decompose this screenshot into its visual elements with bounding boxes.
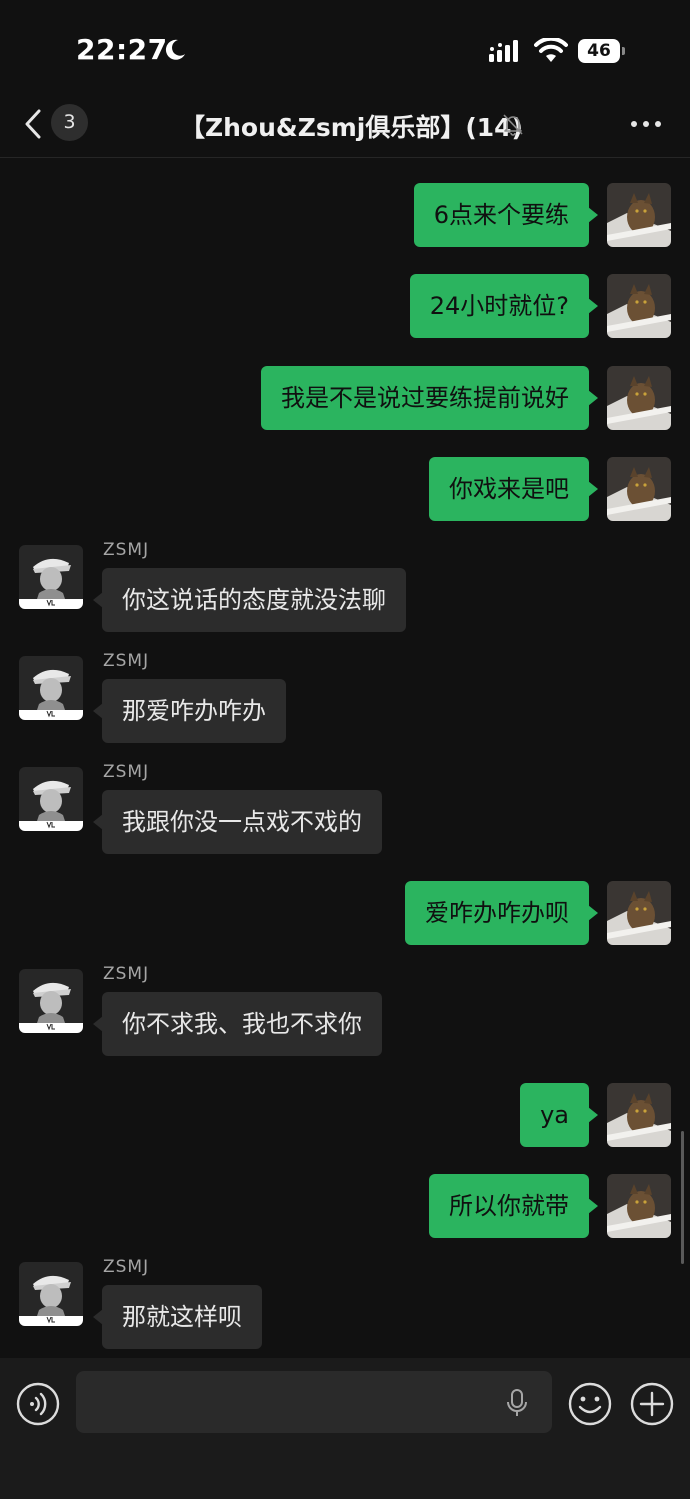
- message-list[interactable]: 6点来个要练 24小时就位? 我是不是说过要练提前说好你戏来是吧 ZSMJ 你这说话的态…: [0, 158, 690, 1358]
- my-avatar[interactable]: [607, 457, 671, 521]
- message-bubble-outgoing[interactable]: 你戏来是吧: [429, 457, 598, 521]
- sender-name: ZSMJ: [103, 1257, 150, 1277]
- message-bubble-outgoing[interactable]: ya: [520, 1083, 598, 1147]
- sender-avatar[interactable]: [19, 656, 83, 720]
- message-bubble-outgoing[interactable]: 爱咋办咋办呗: [405, 881, 598, 945]
- message-bubble-incoming[interactable]: 你不求我、我也不求你: [93, 992, 382, 1056]
- message-bubble-outgoing[interactable]: 24小时就位?: [409, 274, 599, 338]
- message-bubble-outgoing[interactable]: 所以你就带: [429, 1174, 598, 1238]
- more-icon[interactable]: [630, 120, 662, 128]
- chat-title[interactable]: 【Zhou&Zsmj俱乐部】(14): [180, 108, 523, 144]
- message-input[interactable]: [76, 1371, 552, 1433]
- status-bar: 22:27 46: [0, 0, 690, 100]
- mic-icon[interactable]: [505, 1388, 529, 1418]
- sender-name: ZSMJ: [103, 651, 150, 671]
- voice-icon[interactable]: [16, 1382, 60, 1426]
- message-bubble-incoming[interactable]: 那就这样呗: [93, 1285, 262, 1349]
- bell-off-icon: [503, 114, 523, 136]
- emoji-icon[interactable]: [568, 1382, 612, 1426]
- message-bubble-outgoing[interactable]: 我是不是说过要练提前说好: [261, 366, 598, 430]
- input-bar: [0, 1358, 690, 1499]
- message-bubble-incoming[interactable]: 我跟你没一点戏不戏的: [93, 790, 382, 854]
- status-time: 22:27: [76, 33, 168, 66]
- sender-name: ZSMJ: [103, 540, 150, 560]
- my-avatar[interactable]: [607, 881, 671, 945]
- sender-name: ZSMJ: [103, 762, 150, 782]
- chevron-left-icon[interactable]: [22, 108, 46, 140]
- my-avatar[interactable]: [607, 366, 671, 430]
- message-bubble-outgoing[interactable]: 6点来个要练: [413, 183, 599, 247]
- my-avatar[interactable]: [607, 1083, 671, 1147]
- my-avatar[interactable]: [607, 274, 671, 338]
- scrollbar[interactable]: [681, 1131, 684, 1264]
- chat-header: 3 【Zhou&Zsmj俱乐部】(14): [0, 100, 690, 158]
- message-bubble-incoming[interactable]: 那爱咋办咋办: [93, 679, 286, 743]
- my-avatar[interactable]: [607, 1174, 671, 1238]
- sender-avatar[interactable]: [19, 969, 83, 1033]
- battery-indicator: 46: [578, 39, 625, 63]
- wifi-icon: [534, 38, 568, 62]
- message-bubble-incoming[interactable]: 你这说话的态度就没法聊: [93, 568, 406, 632]
- battery-level: 46: [578, 39, 620, 63]
- unread-count-badge[interactable]: 3: [51, 104, 88, 141]
- moon-icon: [165, 39, 185, 60]
- sender-name: ZSMJ: [103, 964, 150, 984]
- sender-avatar[interactable]: [19, 545, 83, 609]
- my-avatar[interactable]: [607, 183, 671, 247]
- plus-icon[interactable]: [630, 1382, 674, 1426]
- battery-cap: [622, 47, 625, 55]
- signal-icon: [489, 40, 518, 62]
- sender-avatar[interactable]: [19, 767, 83, 831]
- sender-avatar[interactable]: [19, 1262, 83, 1326]
